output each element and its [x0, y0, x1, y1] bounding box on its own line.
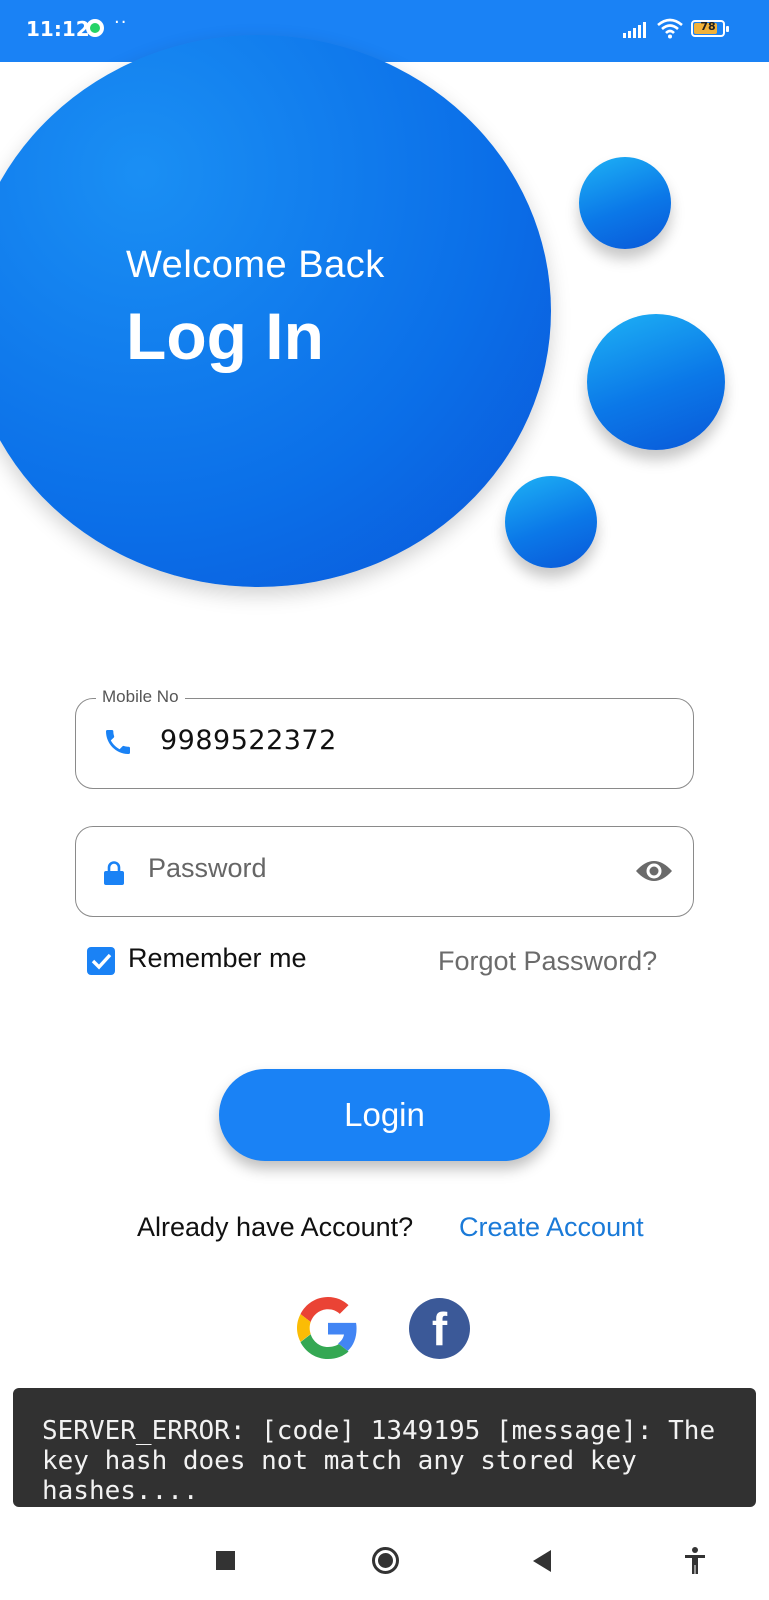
remember-me-label[interactable]: Remember me — [128, 943, 307, 974]
error-toast: SERVER_ERROR: [code] 1349195 [message]: … — [13, 1388, 756, 1507]
account-prompt: Already have Account? — [137, 1212, 414, 1242]
eye-icon[interactable] — [635, 857, 673, 885]
home-icon[interactable] — [372, 1547, 399, 1574]
status-more-dots: ·· — [114, 12, 128, 33]
recent-apps-icon[interactable] — [216, 1551, 235, 1570]
welcome-heading: Welcome Back — [126, 244, 385, 286]
facebook-logo-glyph: f — [431, 1303, 448, 1355]
mobile-field[interactable]: Mobile No 9989522372 — [75, 687, 694, 789]
facebook-icon[interactable]: f — [409, 1298, 470, 1359]
mobile-input[interactable]: 9989522372 — [160, 725, 337, 756]
back-icon[interactable] — [533, 1550, 551, 1572]
phone-icon — [106, 730, 130, 754]
decorative-circle — [505, 476, 597, 568]
lock-icon — [104, 861, 124, 885]
signal-icon — [623, 22, 646, 38]
create-account-link[interactable]: Create Account — [459, 1212, 644, 1243]
forgot-password-link[interactable]: Forgot Password? — [438, 946, 657, 977]
google-icon[interactable] — [297, 1297, 359, 1359]
login-button[interactable]: Login — [219, 1069, 550, 1161]
remember-me-checkbox[interactable] — [87, 947, 115, 975]
battery-icon: 78 — [691, 20, 729, 37]
mobile-field-label: Mobile No — [96, 687, 185, 707]
password-input[interactable]: Password — [148, 853, 267, 884]
page-title: Log In — [126, 299, 324, 373]
whatsapp-notification-icon — [86, 19, 104, 37]
status-bar: 11:12 ·· 78 — [0, 0, 769, 62]
system-nav-bar — [0, 1520, 769, 1600]
checkmark-icon — [91, 953, 112, 970]
decorative-circle — [587, 314, 725, 450]
wifi-icon — [657, 18, 683, 39]
battery-level: 78 — [700, 20, 716, 33]
decorative-circle — [579, 157, 671, 249]
status-time: 11:12 — [26, 17, 90, 41]
accessibility-icon[interactable] — [684, 1546, 706, 1574]
password-field[interactable]: Password — [75, 826, 694, 917]
